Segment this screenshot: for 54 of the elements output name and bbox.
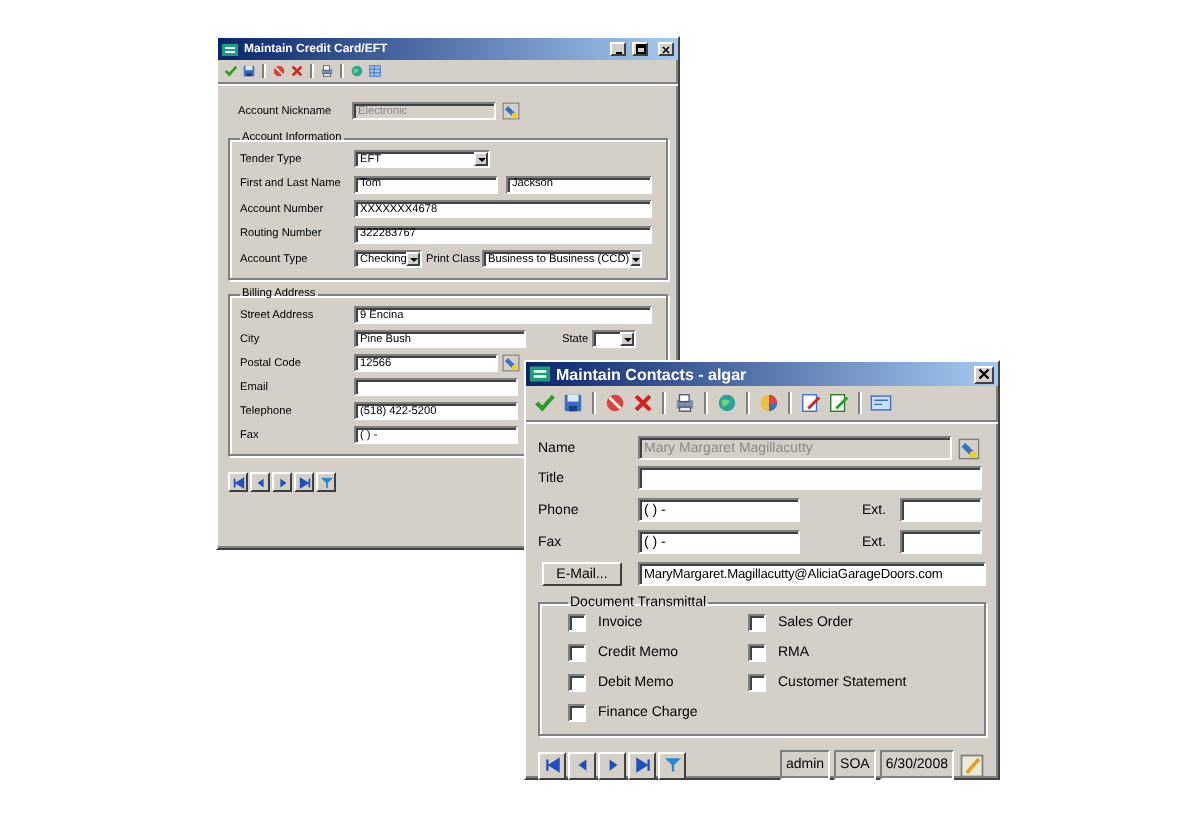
delete-icon[interactable]	[632, 392, 654, 414]
filter-button[interactable]	[316, 472, 336, 492]
flashlight-icon[interactable]	[958, 437, 980, 459]
checkbox-box[interactable]	[568, 614, 586, 632]
first-record-icon	[543, 756, 561, 774]
delete-icon[interactable]	[290, 64, 304, 78]
last-record-icon	[633, 756, 651, 774]
filter-button[interactable]	[658, 751, 686, 779]
no-sign-icon[interactable]	[604, 392, 626, 414]
minimize-button[interactable]	[610, 42, 626, 56]
checkbox-box[interactable]	[568, 644, 586, 662]
input-field[interactable]	[900, 498, 982, 522]
input-field[interactable]	[354, 378, 518, 396]
document-pen-icon[interactable]	[800, 392, 822, 414]
next-record-button[interactable]	[272, 472, 292, 492]
close-button[interactable]	[974, 365, 994, 383]
filter-icon	[663, 756, 681, 774]
checkbox-box[interactable]	[568, 674, 586, 692]
next-record-icon	[275, 475, 289, 489]
previous-record-button[interactable]	[568, 751, 596, 779]
flashlight-icon[interactable]	[502, 354, 520, 372]
dropdown[interactable]	[592, 330, 637, 348]
previous-record-icon	[573, 756, 591, 774]
close-button[interactable]	[658, 42, 674, 56]
flashlight-icon[interactable]	[502, 102, 520, 120]
printer-icon[interactable]	[320, 64, 334, 78]
window-title: Maintain Contacts - algar	[556, 365, 749, 383]
app-logo-icon	[530, 364, 550, 384]
first-record-button[interactable]	[228, 472, 248, 492]
maximize-button[interactable]	[632, 42, 648, 56]
input-field[interactable]	[638, 466, 982, 490]
pie-chart-icon[interactable]	[758, 392, 780, 414]
card-icon[interactable]	[870, 392, 892, 414]
printer-icon[interactable]	[674, 392, 696, 414]
checkbox-box[interactable]	[748, 644, 766, 662]
no-sign-icon[interactable]	[272, 64, 286, 78]
document-pen-icon[interactable]	[828, 392, 850, 414]
checkbox-box[interactable]	[748, 614, 766, 632]
check-icon[interactable]	[224, 64, 238, 78]
last-record-button[interactable]	[628, 751, 656, 779]
last-record-icon	[297, 475, 311, 489]
previous-record-icon	[253, 475, 267, 489]
app-logo-icon	[222, 41, 238, 57]
filter-icon	[319, 475, 333, 489]
last-record-button[interactable]	[294, 472, 314, 492]
first-record-icon	[231, 475, 245, 489]
previous-record-button[interactable]	[250, 472, 270, 492]
input-field[interactable]	[900, 530, 982, 554]
pencil-note-icon[interactable]	[958, 751, 986, 779]
first-record-button[interactable]	[538, 751, 566, 779]
checkbox-box[interactable]	[568, 704, 586, 722]
check-icon[interactable]	[534, 392, 556, 414]
next-record-button[interactable]	[598, 751, 626, 779]
checkbox-box[interactable]	[748, 674, 766, 692]
